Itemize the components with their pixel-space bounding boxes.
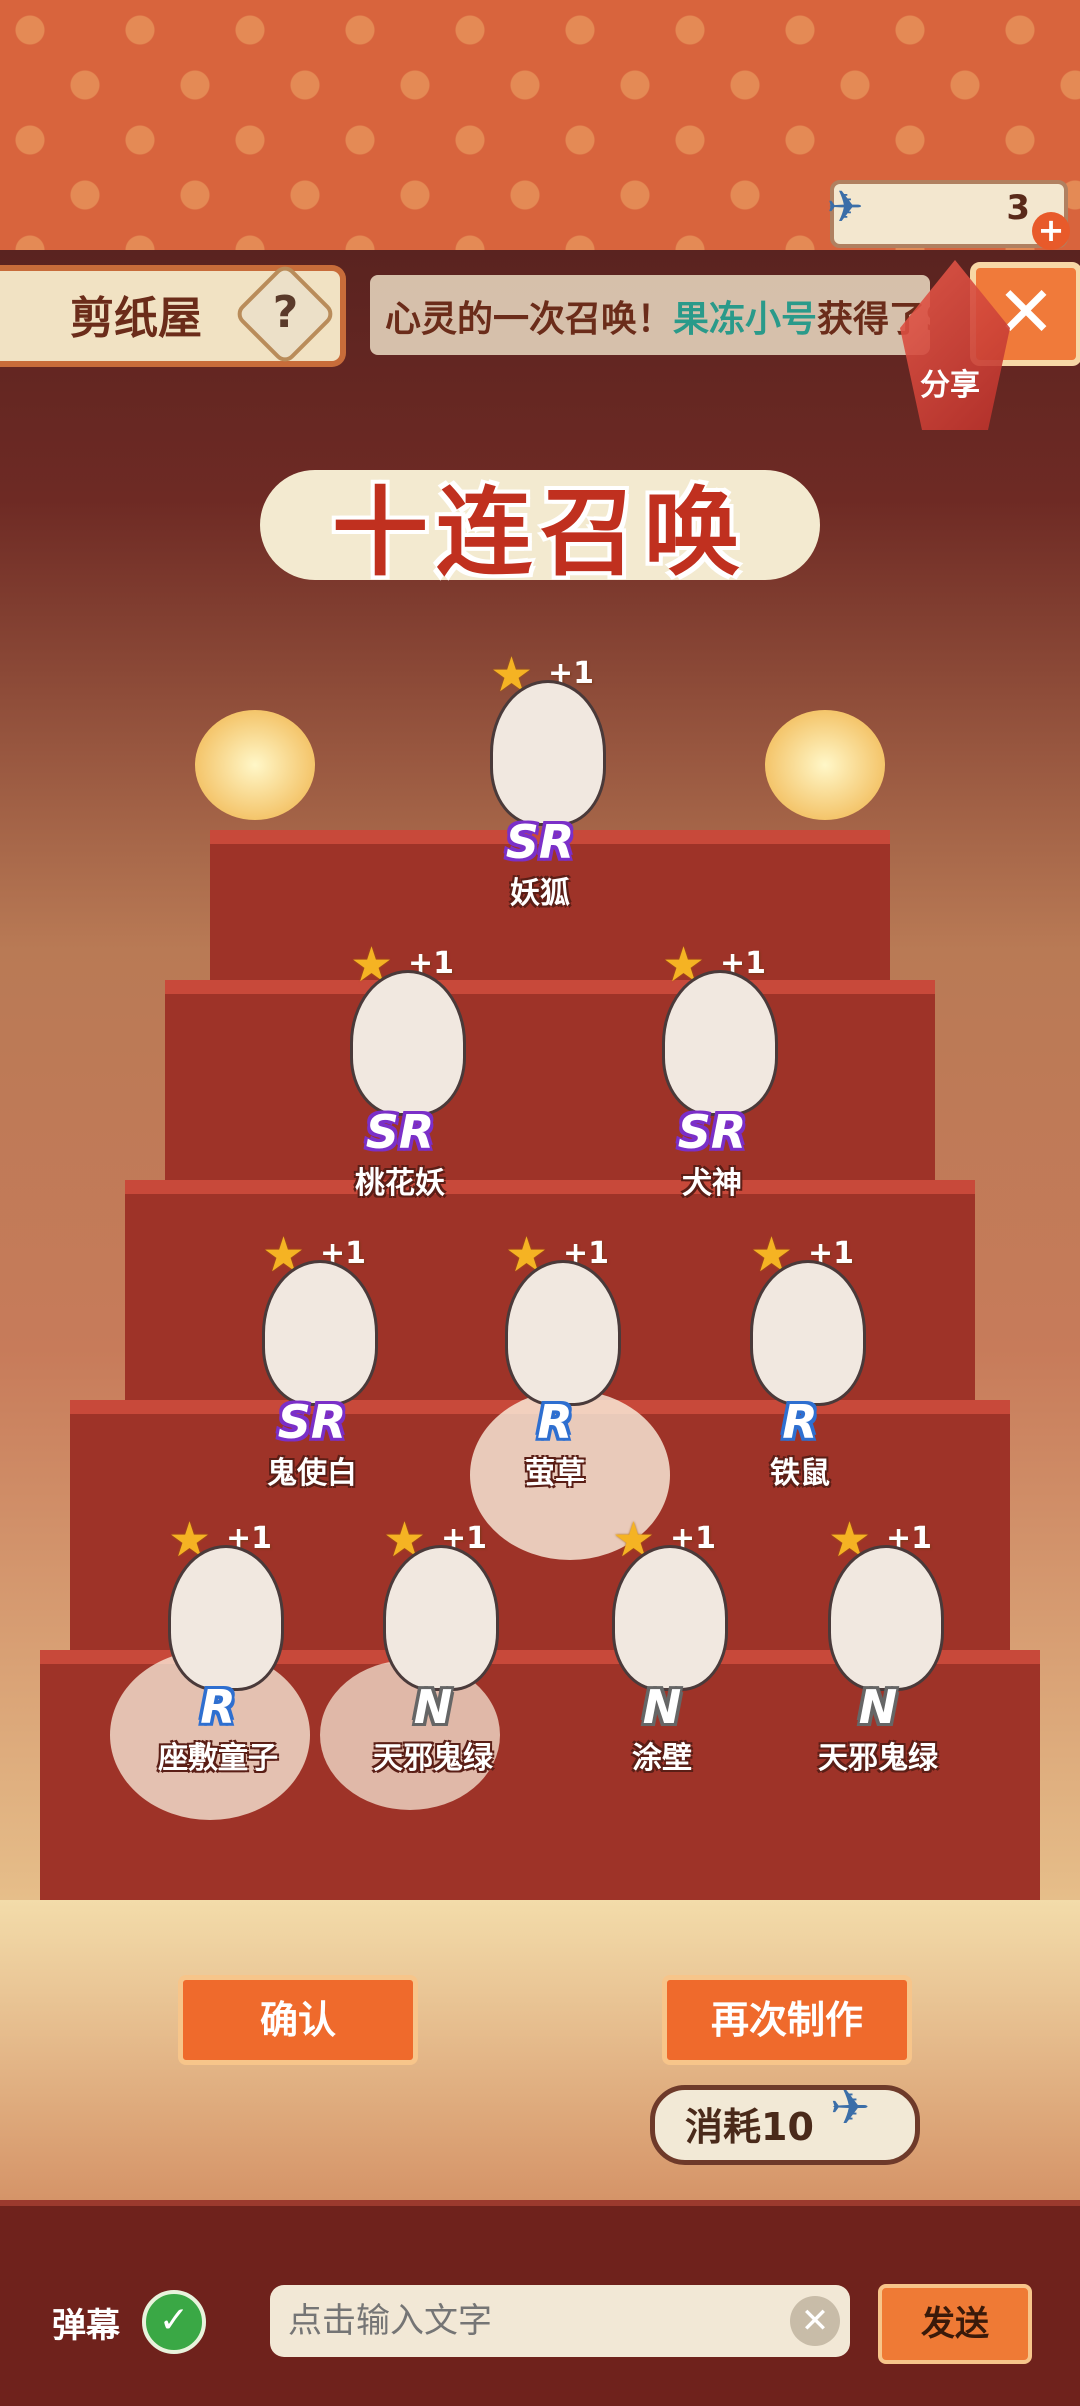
shikigami-avatar: [505, 1260, 621, 1406]
rarity-badge: R: [200, 1680, 236, 1734]
result-card[interactable]: ★ +1 N 天邪鬼绿: [333, 1515, 533, 1776]
shikigami-name: 妖狐: [510, 876, 570, 911]
shikigami-avatar: [168, 1545, 284, 1691]
result-card[interactable]: ★ +1 SR 桃花妖: [300, 940, 500, 1201]
ticker-player-name: 果冻小号: [673, 299, 818, 340]
currency-value: 3: [1006, 188, 1030, 228]
shikigami-name: 座敷童子: [158, 1741, 278, 1776]
rarity-badge: R: [782, 1395, 818, 1449]
result-card[interactable]: ★ +1 SR 犬神: [612, 940, 812, 1201]
paper-crane-icon: ✈: [830, 2080, 871, 2136]
shikigami-avatar: [262, 1260, 378, 1406]
rarity-badge: N: [642, 1680, 682, 1734]
shikigami-avatar: [350, 970, 466, 1116]
rarity-badge: N: [413, 1680, 453, 1734]
shikigami-avatar: [662, 970, 778, 1116]
shikigami-name: 桃花妖: [355, 1166, 445, 1201]
rarity-badge: SR: [505, 815, 575, 869]
shikigami-avatar: [383, 1545, 499, 1691]
shikigami-name: 犬神: [682, 1166, 742, 1201]
result-card[interactable]: ★ +1 R 铁鼠: [700, 1230, 900, 1491]
ticker-prefix: 心灵的一次召唤！: [385, 299, 674, 340]
clear-icon: ✕: [800, 2301, 830, 2341]
ticker-text: 心灵的一次召唤！果冻小号获得了S: [385, 290, 930, 342]
send-button[interactable]: 发送: [878, 2284, 1032, 2364]
shikigami-avatar: [828, 1545, 944, 1691]
shikigami-avatar: [490, 680, 606, 826]
rarity-badge: R: [537, 1395, 573, 1449]
shikigami-name: 鬼使白: [267, 1456, 357, 1491]
shikigami-name: 涂壁: [632, 1741, 692, 1776]
cost-label: 消耗10: [685, 2105, 814, 2149]
shikigami-name: 铁鼠: [770, 1456, 830, 1491]
shikigami-avatar: [612, 1545, 728, 1691]
help-icon: ?: [272, 287, 299, 339]
result-card[interactable]: ★ +1 N 涂壁: [562, 1515, 762, 1776]
add-currency-button[interactable]: +: [1032, 212, 1070, 250]
rarity-badge: SR: [365, 1105, 435, 1159]
stair-step-2: [165, 980, 935, 1194]
result-card[interactable]: ★ +1 R 座敷童子: [118, 1515, 318, 1776]
danmaku-label: 弹幕: [52, 2306, 120, 2346]
rarity-badge: SR: [277, 1395, 347, 1449]
rarity-badge: N: [858, 1680, 898, 1734]
confirm-button[interactable]: 确认: [178, 1975, 418, 2065]
result-card[interactable]: ★ +1 SR 妖狐: [440, 650, 640, 911]
result-card[interactable]: ★ +1 N 天邪鬼绿: [778, 1515, 978, 1776]
shikigami-name: 天邪鬼绿: [818, 1741, 938, 1776]
lantern-right: [765, 710, 885, 820]
shikigami-name: 天邪鬼绿: [373, 1741, 493, 1776]
shop-name: 剪纸屋: [70, 293, 202, 344]
rarity-badge: SR: [677, 1105, 747, 1159]
summon-again-button[interactable]: 再次制作: [662, 1975, 912, 2065]
danmaku-input[interactable]: [270, 2285, 850, 2357]
paper-crane-icon: ✈: [826, 182, 864, 233]
floor: [0, 1900, 1080, 2200]
danmaku-toggle-checkbox[interactable]: ✓: [142, 2290, 206, 2354]
shikigami-name: 萤草: [525, 1456, 585, 1491]
result-card[interactable]: ★ +1 SR 鬼使白: [212, 1230, 412, 1491]
clear-input-button[interactable]: ✕: [790, 2296, 840, 2346]
result-card[interactable]: ★ +1 R 萤草: [455, 1230, 655, 1491]
shikigami-avatar: [750, 1260, 866, 1406]
share-button[interactable]: 分享: [920, 360, 980, 404]
lantern-left: [195, 710, 315, 820]
check-icon: ✓: [158, 2300, 190, 2341]
page-title: 十连召唤: [332, 477, 748, 589]
